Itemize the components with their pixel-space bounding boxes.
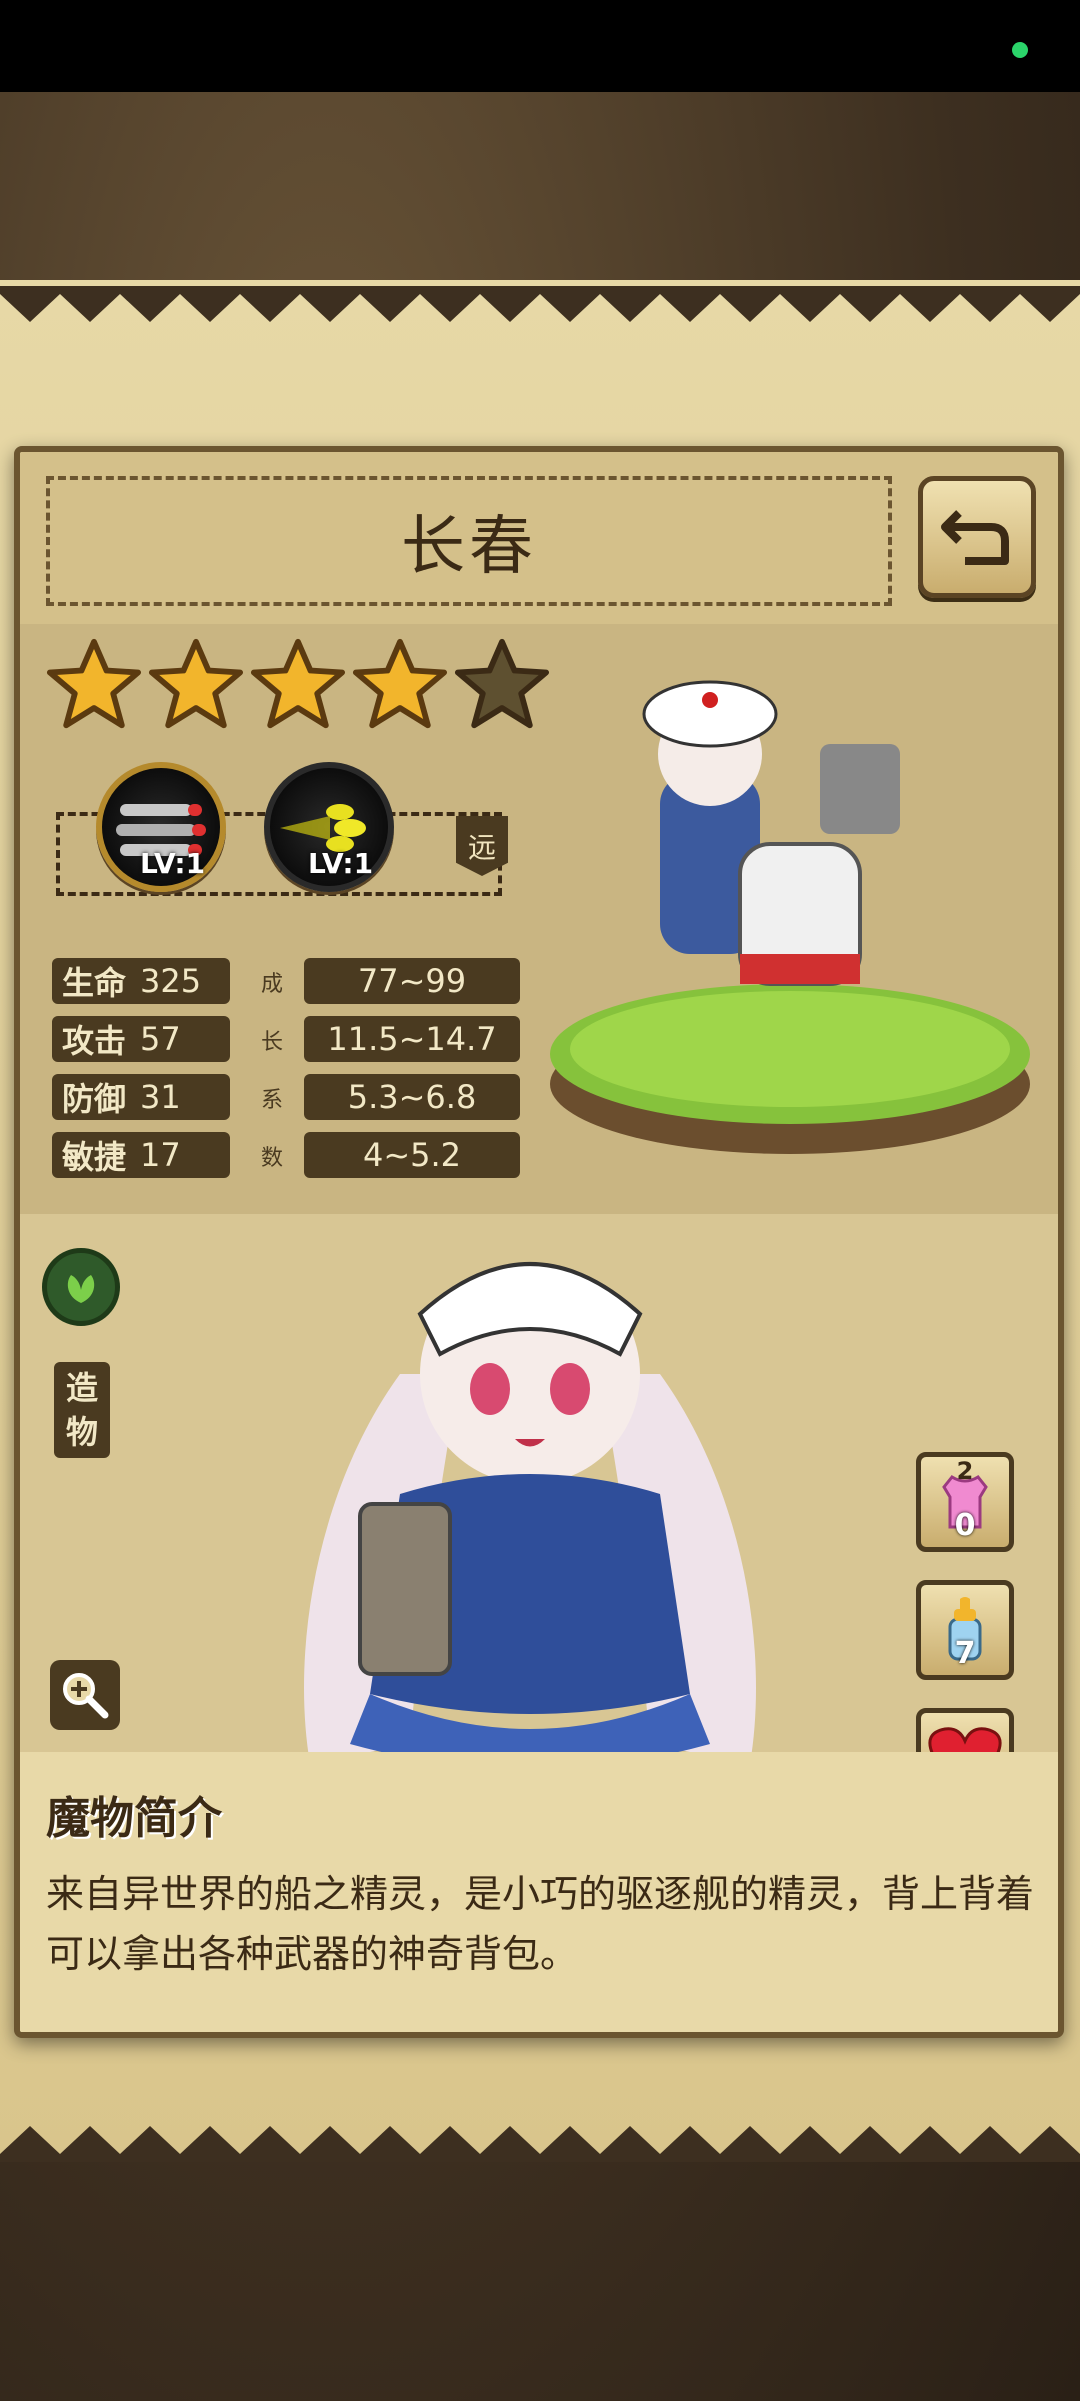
star-filled-icon xyxy=(148,638,244,729)
category-char: 物 xyxy=(65,1413,98,1451)
stat-label: 敏捷 17 xyxy=(52,1132,230,1178)
category-tag: 造 物 xyxy=(54,1362,110,1458)
zoom-in-icon xyxy=(63,1673,109,1719)
status-bar xyxy=(0,0,1080,92)
feed-bottle-button[interactable]: 7 xyxy=(916,1580,1014,1680)
stat-label: 防御 31 xyxy=(52,1074,230,1120)
description-title: 魔物简介 xyxy=(46,1793,222,1844)
category-char: 造 xyxy=(65,1369,98,1407)
stat-row-hp: 生命 325 77~99 xyxy=(52,958,520,1004)
growth-label-char: 数 xyxy=(260,1146,283,1171)
star-filled-icon xyxy=(46,638,142,729)
zigzag-top xyxy=(0,286,1080,322)
skill-level: LV:1 xyxy=(140,847,206,880)
skill-slot-1[interactable]: LV:1 xyxy=(96,762,226,892)
stat-label: 攻击 57 xyxy=(52,1016,230,1062)
skill-level: LV:1 xyxy=(308,847,374,880)
outfit-button[interactable]: 2 0 xyxy=(916,1452,1014,1552)
description-panel: 魔物简介 来自异世界的船之精灵，是小巧的驱逐舰的精灵，背上背着可以拿出各种武器的… xyxy=(20,1752,1058,2032)
leaf-element-icon xyxy=(67,1275,95,1303)
stat-row-defense: 防御 31 5.3~6.8 xyxy=(52,1074,520,1120)
growth-label-char: 长 xyxy=(260,1030,283,1055)
stat-label: 生命 325 xyxy=(52,958,230,1004)
stat-growth-value: 5.3~6.8 xyxy=(304,1074,520,1120)
zigzag-bottom xyxy=(0,2126,1080,2162)
skills-row: LV:1 LV:1 远 xyxy=(56,752,508,928)
description-text: 来自异世界的船之精灵，是小巧的驱逐舰的精灵，背上背着可以拿出各种武器的神奇背包。 xyxy=(46,1872,1035,1976)
stat-row-attack: 攻击 57 11.5~14.7 xyxy=(52,1016,520,1062)
growth-label-char: 成 xyxy=(260,972,283,997)
star-empty-icon xyxy=(454,638,550,729)
element-badge[interactable] xyxy=(42,1248,120,1326)
portrait-panel: 造 物 2 0 7 xyxy=(20,1214,1058,1814)
character-name: 长春 xyxy=(401,510,537,584)
star-filled-icon xyxy=(250,638,346,729)
back-button[interactable] xyxy=(918,476,1036,598)
stat-growth-value: 4~5.2 xyxy=(304,1132,520,1178)
character-chibi-sprite xyxy=(550,680,1030,1154)
card-header: 长春 xyxy=(20,452,1058,624)
outfit-count: 0 xyxy=(954,1508,976,1543)
stats-panel: LV:1 LV:1 远 生命 325 77~99 攻击 57 11.5~14.7 防… xyxy=(20,624,1058,1214)
stat-growth-value: 11.5~14.7 xyxy=(304,1016,520,1062)
outfit-badge: 2 xyxy=(956,1457,974,1485)
title-frame: 长春 xyxy=(46,476,892,606)
character-card: 长春 LV:1 LV:1 远 生命 325 77~99 攻击 57 11.5~1… xyxy=(14,446,1064,2038)
star-rating xyxy=(46,636,550,732)
growth-label-char: 系 xyxy=(260,1088,283,1113)
skill-slot-2[interactable]: LV:1 xyxy=(264,762,394,892)
status-indicator-dot xyxy=(1012,42,1028,58)
zoom-button[interactable] xyxy=(50,1660,120,1730)
bottle-count: 7 xyxy=(954,1636,976,1671)
back-arrow-icon xyxy=(941,510,1009,565)
stat-growth-value: 77~99 xyxy=(304,958,520,1004)
stat-row-agility: 敏捷 17 4~5.2 xyxy=(52,1132,520,1178)
character-portrait xyxy=(304,1262,756,1769)
star-filled-icon xyxy=(352,638,448,729)
